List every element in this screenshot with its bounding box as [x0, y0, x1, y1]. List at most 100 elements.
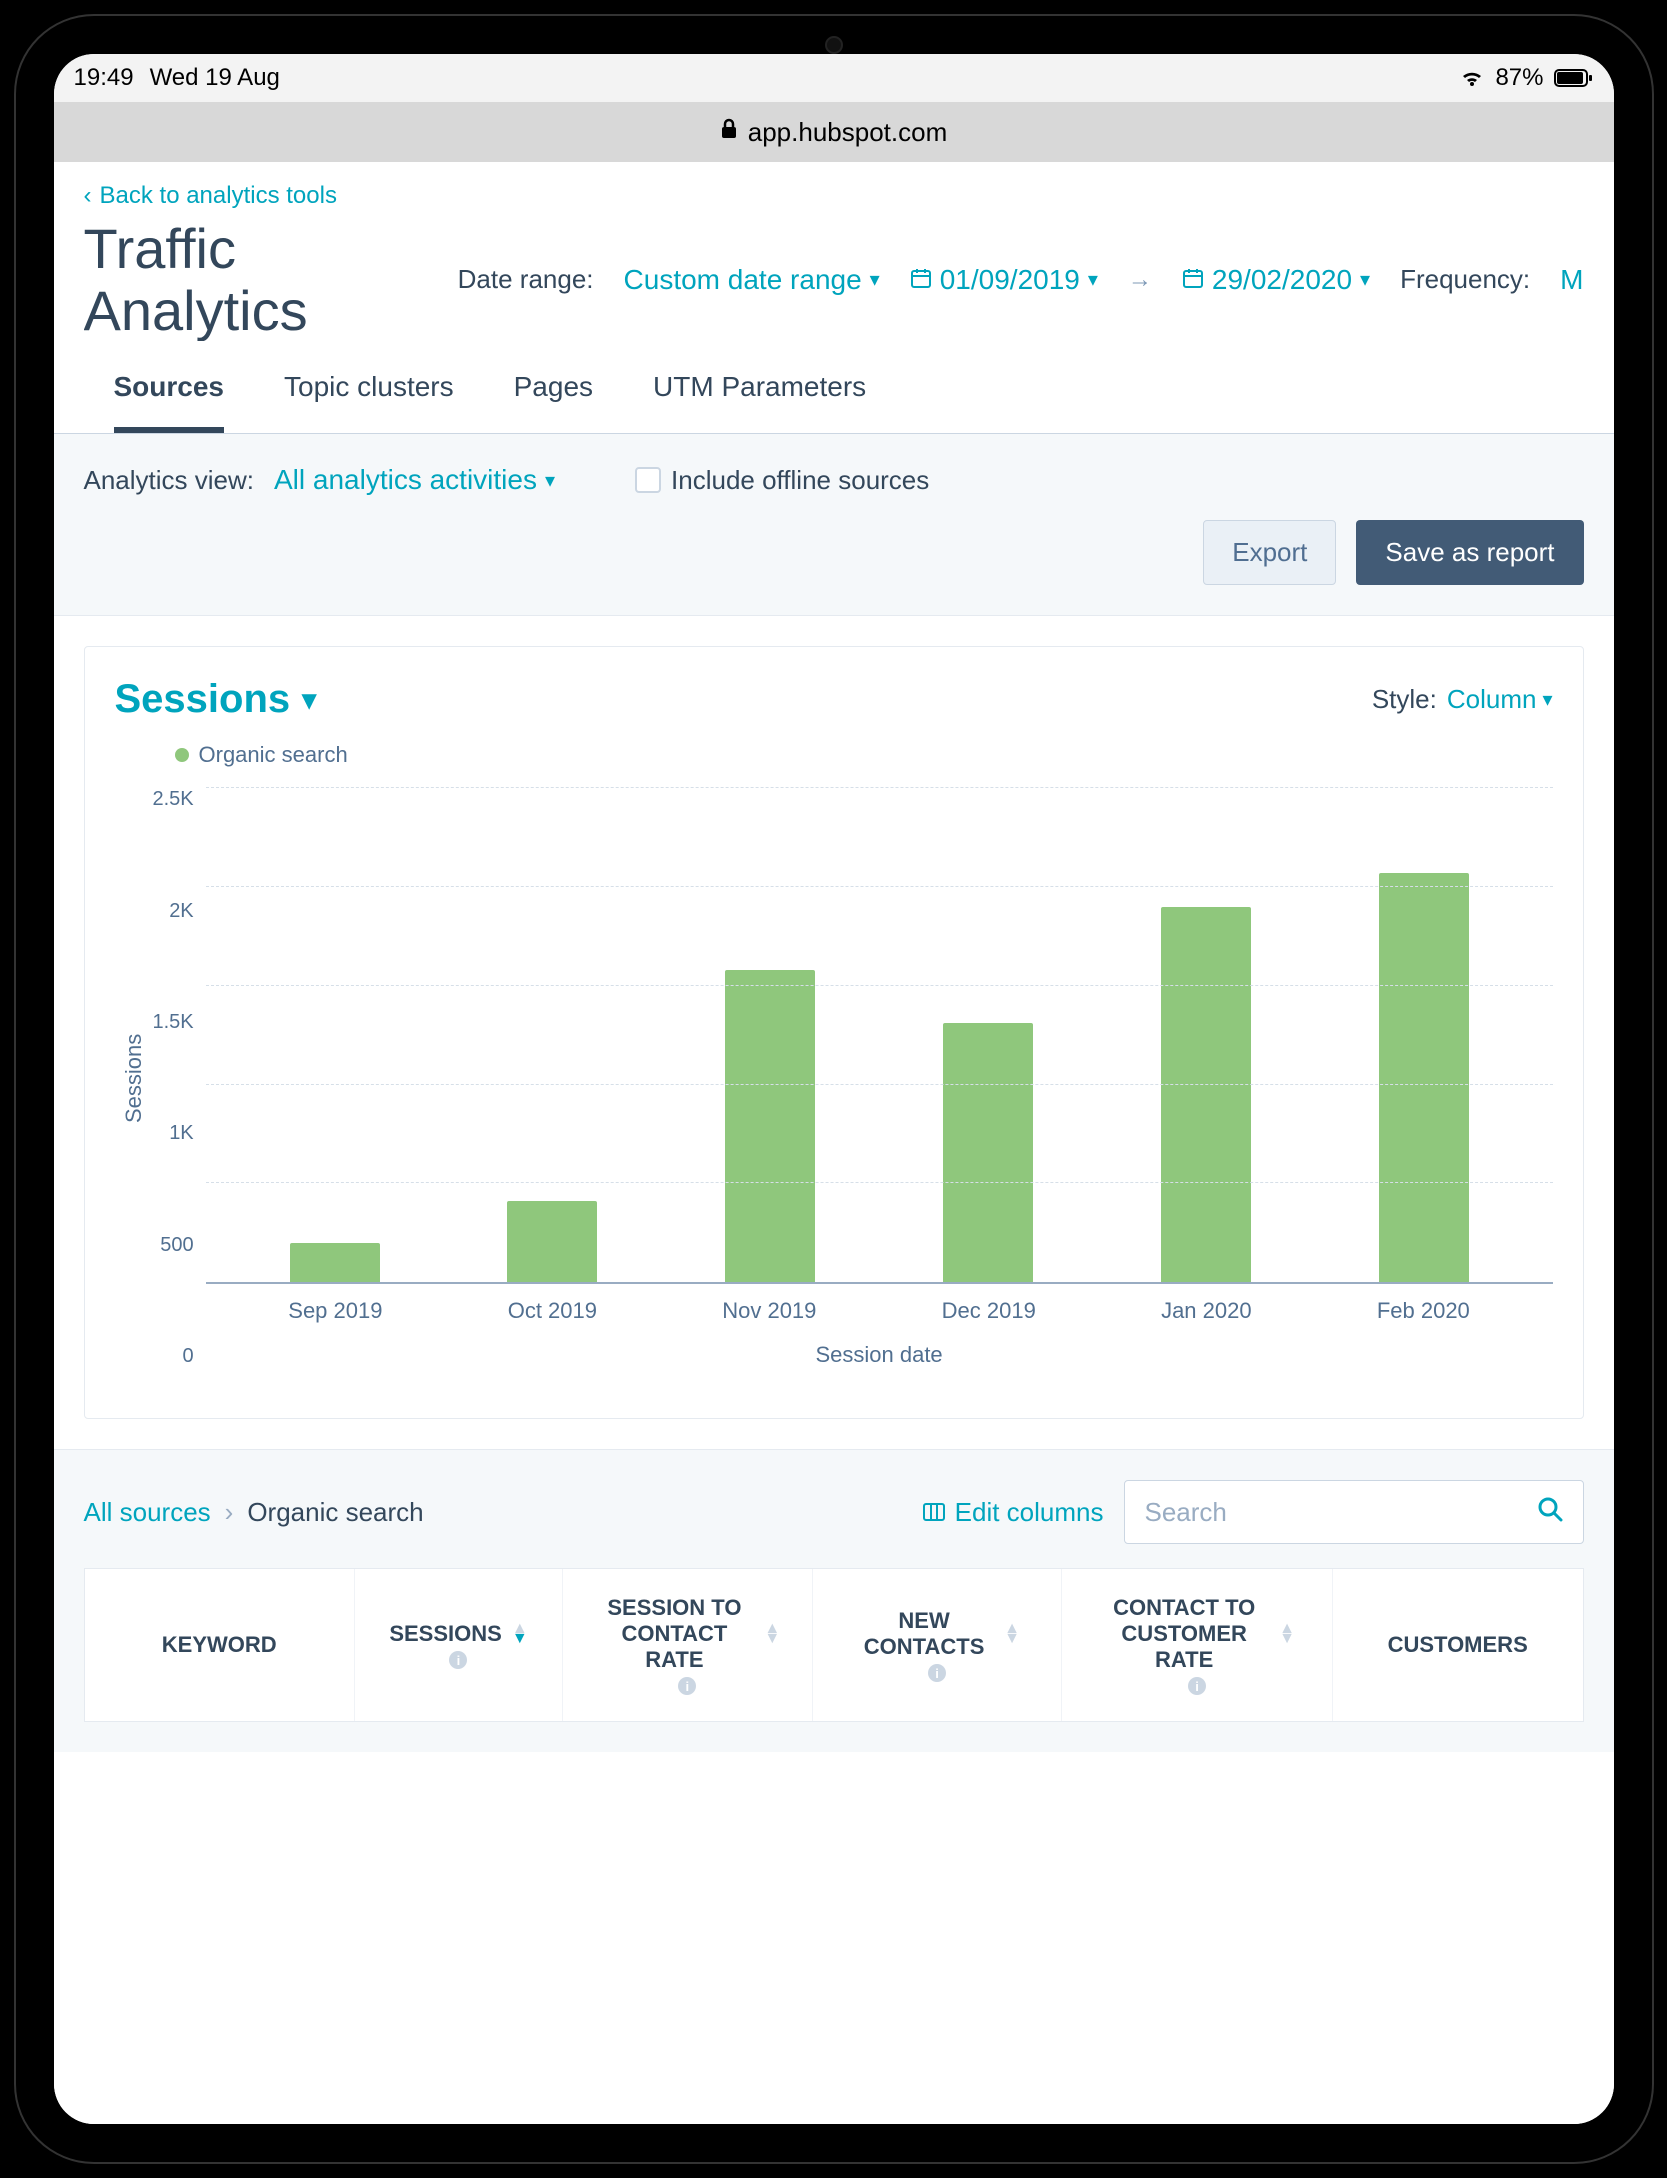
analytics-view-dropdown[interactable]: All analytics activities ▾	[274, 464, 555, 496]
edit-columns-button[interactable]: Edit columns	[923, 1497, 1104, 1528]
date-range-dropdown[interactable]: Custom date range ▾	[624, 264, 880, 296]
th-new-contacts[interactable]: NEW CONTACTS ▲▼ i	[813, 1569, 1063, 1721]
analytics-view-value: All analytics activities	[274, 464, 537, 496]
style-label: Style:	[1372, 684, 1437, 715]
lock-icon	[720, 118, 738, 146]
metric-dropdown[interactable]: Sessions ▾	[115, 677, 317, 722]
date-end-picker[interactable]: 29/02/2020 ▾	[1182, 264, 1370, 296]
chevron-down-icon: ▾	[1088, 267, 1098, 292]
export-button[interactable]: Export	[1203, 520, 1336, 585]
th-label: KEYWORD	[162, 1632, 277, 1658]
chevron-left-icon: ‹	[84, 182, 92, 210]
screen: 19:49 Wed 19 Aug 87% app.hubspot.com	[54, 54, 1614, 2124]
chart-plot	[206, 788, 1553, 1284]
th-label: SESSIONS	[389, 1621, 501, 1647]
status-date: Wed 19 Aug	[150, 64, 280, 92]
style-dropdown[interactable]: Column ▾	[1447, 684, 1553, 715]
x-tick: Dec 2019	[942, 1298, 1036, 1324]
th-label: SESSION TO CONTACT RATE	[594, 1595, 754, 1673]
y-axis-ticks: 2.5K2K1.5K1K5000	[153, 788, 206, 1368]
info-icon: i	[1188, 1677, 1206, 1695]
frequency-label: Frequency:	[1400, 264, 1530, 295]
info-icon: i	[449, 1651, 467, 1669]
th-customers[interactable]: CUSTOMERS	[1333, 1569, 1583, 1721]
breadcrumb-current: Organic search	[247, 1497, 423, 1528]
th-sessions[interactable]: SESSIONS ▲▼ i	[355, 1569, 563, 1721]
metric-title: Sessions	[115, 677, 291, 722]
tab-topic-clusters[interactable]: Topic clusters	[284, 371, 454, 433]
chevron-down-icon: ▾	[870, 267, 880, 292]
bar-feb-2020[interactable]	[1379, 873, 1469, 1282]
table-section: All sources › Organic search Edit column…	[54, 1449, 1614, 1752]
sort-icon: ▲▼	[1279, 1624, 1295, 1644]
chart-legend: Organic search	[175, 742, 1553, 768]
bar-nov-2019[interactable]	[725, 970, 815, 1282]
battery-percent: 87%	[1495, 64, 1543, 92]
chevron-right-icon: ›	[225, 1497, 234, 1528]
x-axis-label: Session date	[206, 1342, 1553, 1368]
x-tick: Nov 2019	[722, 1298, 816, 1324]
info-icon: i	[678, 1677, 696, 1695]
calendar-icon	[910, 264, 932, 296]
status-bar: 19:49 Wed 19 Aug 87%	[54, 54, 1614, 102]
y-axis-label: Sessions	[115, 788, 153, 1368]
back-link[interactable]: ‹ Back to analytics tools	[84, 182, 1584, 210]
tab-sources[interactable]: Sources	[114, 371, 225, 433]
camera-dot	[825, 36, 843, 54]
th-label: CUSTOMERS	[1388, 1632, 1528, 1658]
tabs: Sources Topic clusters Pages UTM Paramet…	[54, 341, 1614, 434]
chevron-down-icon: ▾	[1360, 267, 1370, 292]
date-start-value: 01/09/2019	[940, 264, 1080, 296]
frequency-dropdown[interactable]: M	[1560, 264, 1583, 296]
breadcrumb: All sources › Organic search	[84, 1497, 424, 1528]
app-root: ‹ Back to analytics tools Traffic Analyt…	[54, 162, 1614, 2124]
include-offline-checkbox[interactable]: Include offline sources	[635, 465, 929, 496]
legend-dot	[175, 748, 189, 762]
x-tick: Sep 2019	[288, 1298, 382, 1324]
breadcrumb-root[interactable]: All sources	[84, 1497, 211, 1528]
chevron-down-icon: ▾	[1542, 687, 1552, 712]
search-input[interactable]: Search	[1124, 1480, 1584, 1544]
chart-card: Sessions ▾ Style: Column ▾ Organic searc…	[84, 646, 1584, 1419]
calendar-icon	[1182, 264, 1204, 296]
bar-sep-2019[interactable]	[290, 1243, 380, 1283]
columns-icon	[923, 1497, 945, 1528]
chevron-down-icon: ▾	[545, 468, 555, 493]
save-as-report-button[interactable]: Save as report	[1356, 520, 1583, 585]
arrow-right-icon: →	[1128, 266, 1152, 294]
search-icon	[1537, 1496, 1563, 1529]
search-placeholder: Search	[1145, 1497, 1227, 1528]
checkbox-icon	[635, 467, 661, 493]
controls-bar: Analytics view: All analytics activities…	[54, 434, 1614, 616]
bar-oct-2019[interactable]	[507, 1201, 597, 1282]
sort-icon: ▲▼	[1004, 1624, 1020, 1644]
bar-dec-2019[interactable]	[943, 1023, 1033, 1282]
bar-jan-2020[interactable]	[1161, 907, 1251, 1282]
th-contact-to-customer-rate[interactable]: CONTACT TO CUSTOMER RATE ▲▼ i	[1062, 1569, 1332, 1721]
date-end-value: 29/02/2020	[1212, 264, 1352, 296]
tab-utm-parameters[interactable]: UTM Parameters	[653, 371, 866, 433]
th-label: NEW CONTACTS	[854, 1608, 994, 1660]
table-header-row: KEYWORD SESSIONS ▲▼ i SESSION TO CONTACT…	[84, 1568, 1584, 1722]
sort-icon: ▲▼	[764, 1624, 780, 1644]
back-link-label: Back to analytics tools	[100, 182, 337, 210]
th-keyword[interactable]: KEYWORD	[85, 1569, 355, 1721]
date-range-value: Custom date range	[624, 264, 862, 296]
analytics-view-label: Analytics view:	[84, 465, 255, 496]
browser-url-bar[interactable]: app.hubspot.com	[54, 102, 1614, 162]
th-label: CONTACT TO CUSTOMER RATE	[1099, 1595, 1269, 1673]
x-tick: Jan 2020	[1161, 1298, 1252, 1324]
th-session-to-contact-rate[interactable]: SESSION TO CONTACT RATE ▲▼ i	[563, 1569, 813, 1721]
wifi-icon	[1459, 68, 1485, 88]
legend-series-label: Organic search	[199, 742, 348, 768]
chevron-down-icon: ▾	[302, 683, 316, 716]
sort-icon: ▲▼	[512, 1624, 528, 1644]
tablet-frame: 19:49 Wed 19 Aug 87% app.hubspot.com	[14, 14, 1654, 2164]
edit-columns-label: Edit columns	[955, 1497, 1104, 1528]
date-start-picker[interactable]: 01/09/2019 ▾	[910, 264, 1098, 296]
tab-pages[interactable]: Pages	[514, 371, 593, 433]
info-icon: i	[928, 1664, 946, 1682]
page-title: Traffic Analytics	[84, 218, 428, 341]
x-tick: Oct 2019	[508, 1298, 597, 1324]
include-offline-label: Include offline sources	[671, 465, 929, 496]
